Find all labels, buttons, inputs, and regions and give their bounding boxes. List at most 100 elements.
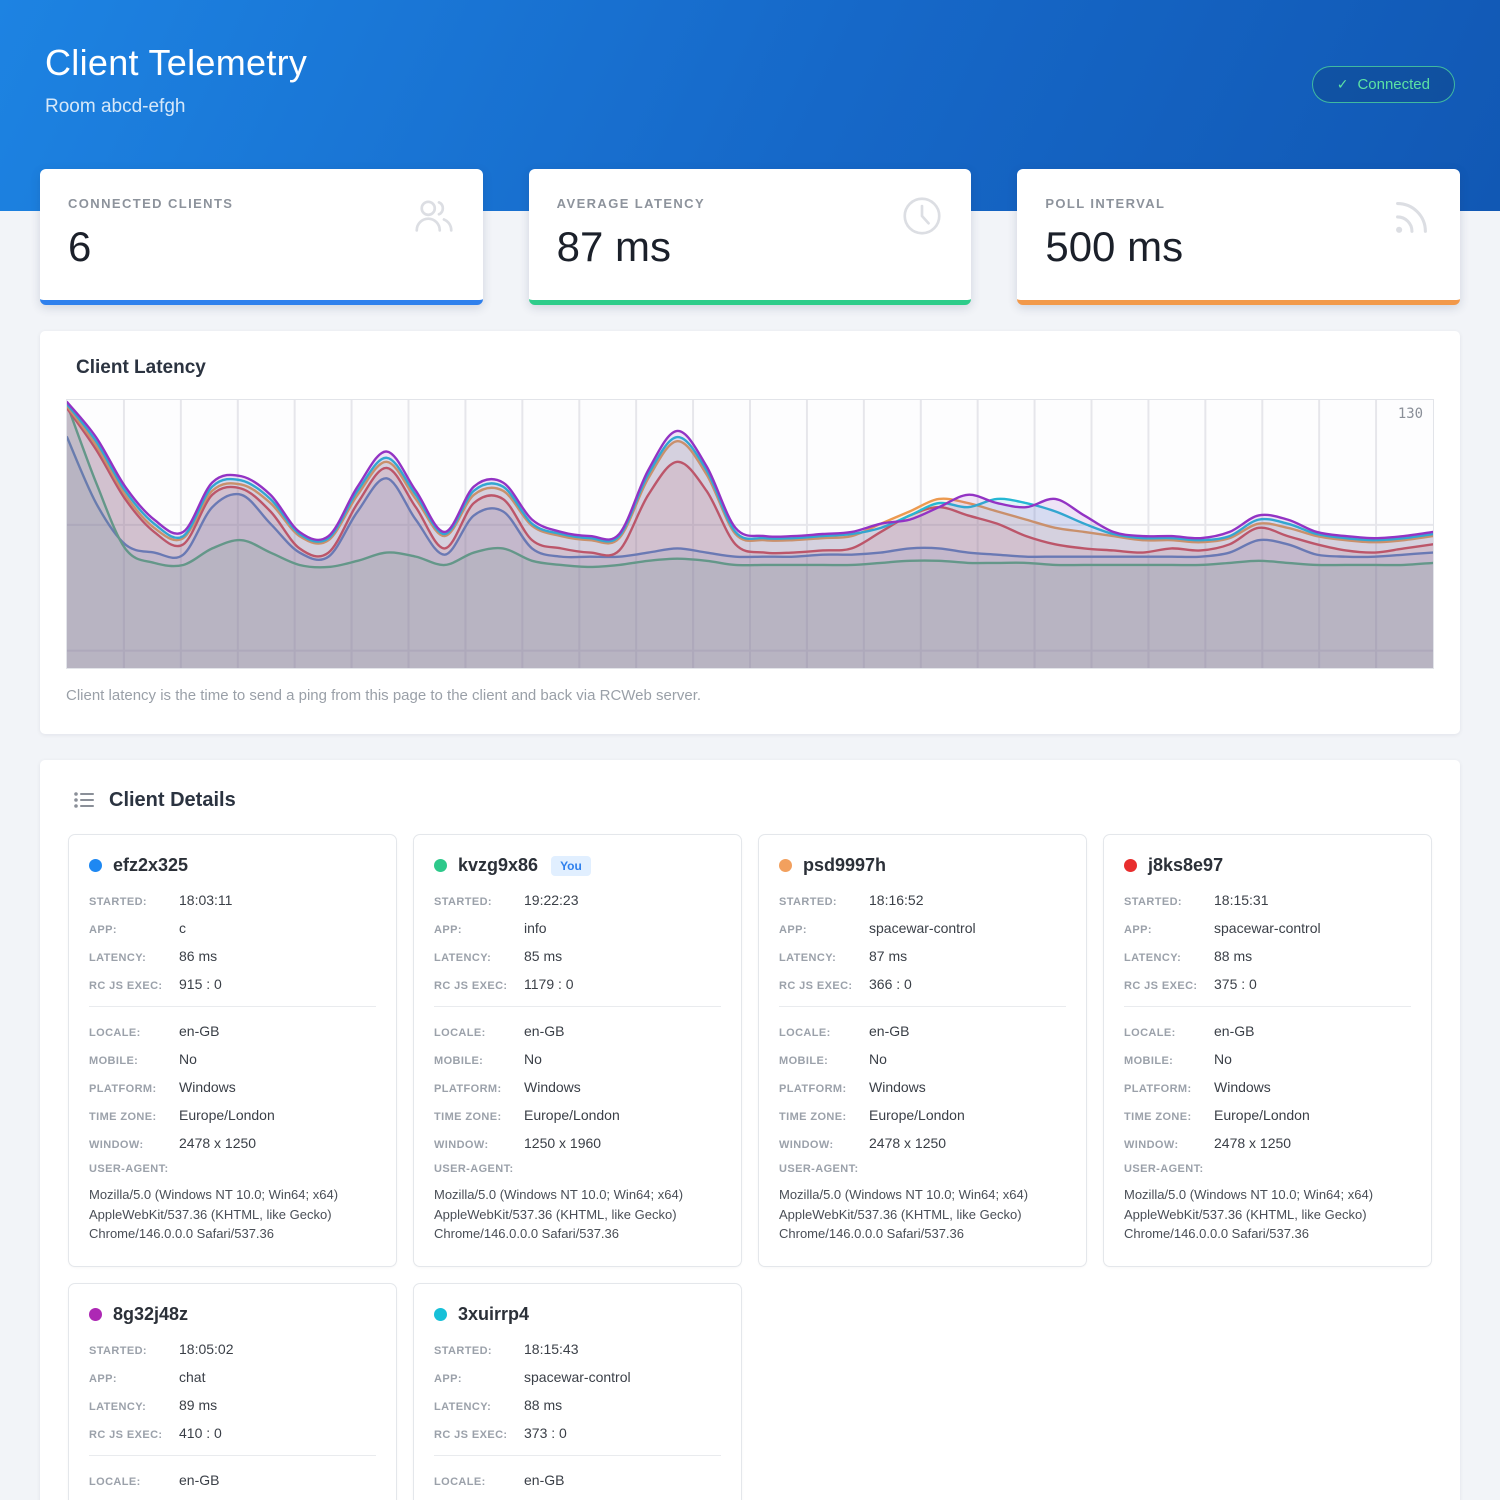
detail-label: STARTED: bbox=[779, 896, 869, 908]
user-agent-label: USER-AGENT: bbox=[89, 1163, 376, 1175]
client-card-8g32j48z: 8g32j48z STARTED:18:05:02APP:chatLATENCY… bbox=[68, 1283, 397, 1500]
detail-row-platform: PLATFORM:Windows bbox=[1124, 1079, 1411, 1095]
detail-row-window: WINDOW:1250 x 1960 bbox=[434, 1135, 721, 1151]
detail-value: 89 ms bbox=[179, 1397, 217, 1413]
detail-row-started: STARTED:18:16:52 bbox=[779, 892, 1066, 908]
stat-card: AVERAGE LATENCY 87 ms bbox=[529, 169, 972, 305]
detail-label: RC JS EXEC: bbox=[434, 980, 524, 992]
detail-value: chat bbox=[179, 1369, 205, 1385]
detail-value: Europe/London bbox=[1214, 1107, 1310, 1123]
detail-value: 366 : 0 bbox=[869, 976, 912, 992]
user-agent-value: Mozilla/5.0 (Windows NT 10.0; Win64; x64… bbox=[779, 1185, 1066, 1244]
stat-label: AVERAGE LATENCY bbox=[557, 196, 944, 211]
detail-row-locale: LOCALE:en-GB bbox=[89, 1023, 376, 1039]
detail-value: 1179 : 0 bbox=[524, 976, 574, 992]
detail-label: APP: bbox=[779, 924, 869, 936]
detail-row-latency: LATENCY:88 ms bbox=[1124, 948, 1411, 964]
detail-label: RC JS EXEC: bbox=[89, 1429, 179, 1441]
detail-value: 18:15:43 bbox=[524, 1341, 579, 1357]
user-agent-label: USER-AGENT: bbox=[434, 1163, 721, 1175]
client-detail-rows: STARTED:19:22:23 APP:info LATENCY:85 ms RC … bbox=[434, 892, 721, 1244]
detail-label: PLATFORM: bbox=[779, 1083, 869, 1095]
detail-row-latency: LATENCY:89 ms bbox=[89, 1397, 376, 1413]
detail-row-latency: LATENCY:88 ms bbox=[434, 1397, 721, 1413]
detail-value: 18:16:52 bbox=[869, 892, 924, 908]
user-agent-value: Mozilla/5.0 (Windows NT 10.0; Win64; x64… bbox=[434, 1185, 721, 1244]
latency-chart-title: Client Latency bbox=[76, 357, 1434, 379]
client-card-kvzg9x86: kvzg9x86 You STARTED:19:22:23 APP:info LAT… bbox=[413, 834, 742, 1267]
detail-row-latency: LATENCY:85 ms bbox=[434, 948, 721, 964]
clock-icon bbox=[899, 193, 945, 244]
detail-label: APP: bbox=[89, 924, 179, 936]
detail-value: 19:22:23 bbox=[524, 892, 579, 908]
latency-chart-footnote: Client latency is the time to send a pin… bbox=[66, 687, 1434, 704]
detail-label: LOCALE: bbox=[434, 1027, 524, 1039]
detail-row-started: STARTED:18:05:02 bbox=[89, 1341, 376, 1357]
detail-value: Europe/London bbox=[869, 1107, 965, 1123]
detail-value: 87 ms bbox=[869, 948, 907, 964]
stat-label: POLL INTERVAL bbox=[1045, 196, 1432, 211]
client-card-header: 8g32j48z bbox=[89, 1304, 376, 1325]
latency-chart: 130 bbox=[66, 399, 1434, 669]
detail-row-rc-js-exec: RC JS EXEC:373 : 0 bbox=[434, 1425, 721, 1441]
detail-value: 373 : 0 bbox=[524, 1425, 567, 1441]
client-cards-grid: efz2x325 STARTED:18:03:11APP:cLATENCY:86… bbox=[68, 834, 1432, 1500]
detail-label: TIME ZONE: bbox=[779, 1111, 869, 1123]
detail-row-rc-js-exec: RC JS EXEC:375 : 0 bbox=[1124, 976, 1411, 992]
check-icon: ✓ bbox=[1337, 76, 1349, 93]
user-agent-value: Mozilla/5.0 (Windows NT 10.0; Win64; x64… bbox=[89, 1185, 376, 1244]
client-card-psd9997h: psd9997h STARTED:18:16:52 APP:spacewar-co… bbox=[758, 834, 1087, 1267]
detail-row-locale: LOCALE:en-GB bbox=[779, 1023, 1066, 1039]
card-divider bbox=[89, 1455, 376, 1456]
detail-label: LATENCY: bbox=[89, 952, 179, 964]
client-card-header: kvzg9x86 You bbox=[434, 855, 721, 876]
detail-row-latency: LATENCY:86 ms bbox=[89, 948, 376, 964]
room-subtitle: Room abcd-efgh bbox=[45, 96, 1455, 118]
users-icon bbox=[411, 193, 457, 244]
detail-value: Europe/London bbox=[524, 1107, 620, 1123]
detail-value: 88 ms bbox=[1214, 948, 1252, 964]
detail-label: APP: bbox=[1124, 924, 1214, 936]
list-icon bbox=[72, 788, 96, 812]
client-detail-rows: STARTED:18:15:31APP:spacewar-controlLATE… bbox=[1124, 892, 1411, 1244]
detail-label: LATENCY: bbox=[434, 1401, 524, 1413]
detail-row-rc-js-exec: RC JS EXEC:410 : 0 bbox=[89, 1425, 376, 1441]
detail-row-window: WINDOW:2478 x 1250 bbox=[779, 1135, 1066, 1151]
stats-row: CONNECTED CLIENTS 6 AVERAGE LATENCY 87 m… bbox=[40, 169, 1460, 305]
detail-label: MOBILE: bbox=[779, 1055, 869, 1067]
detail-value: en-GB bbox=[179, 1472, 219, 1488]
user-agent-label: USER-AGENT: bbox=[779, 1163, 1066, 1175]
card-divider bbox=[779, 1006, 1066, 1007]
client-detail-rows: STARTED:18:03:11APP:cLATENCY:86 msRC JS … bbox=[89, 892, 376, 1244]
detail-value: 85 ms bbox=[524, 948, 562, 964]
stat-value: 500 ms bbox=[1045, 223, 1432, 271]
detail-row-started: STARTED:19:22:23 bbox=[434, 892, 721, 908]
detail-label: WINDOW: bbox=[89, 1139, 179, 1151]
detail-label: RC JS EXEC: bbox=[779, 980, 869, 992]
client-color-dot bbox=[434, 1308, 447, 1321]
detail-row-app: APP:info bbox=[434, 920, 721, 936]
detail-label: LOCALE: bbox=[89, 1027, 179, 1039]
client-color-dot bbox=[434, 859, 447, 872]
detail-value: spacewar-control bbox=[869, 920, 976, 936]
card-divider bbox=[1124, 1006, 1411, 1007]
client-name: psd9997h bbox=[803, 855, 886, 876]
detail-label: PLATFORM: bbox=[434, 1083, 524, 1095]
page-title: Client Telemetry bbox=[45, 42, 1455, 84]
detail-value: 2478 x 1250 bbox=[869, 1135, 946, 1151]
detail-label: TIME ZONE: bbox=[434, 1111, 524, 1123]
detail-row-time-zone: TIME ZONE:Europe/London bbox=[89, 1107, 376, 1123]
client-card-efz2x325: efz2x325 STARTED:18:03:11APP:cLATENCY:86… bbox=[68, 834, 397, 1267]
detail-value: 410 : 0 bbox=[179, 1425, 222, 1441]
card-divider bbox=[434, 1006, 721, 1007]
detail-value: No bbox=[524, 1051, 542, 1067]
detail-value: Europe/London bbox=[179, 1107, 275, 1123]
detail-row-app: APP:spacewar-control bbox=[1124, 920, 1411, 936]
detail-value: spacewar-control bbox=[1214, 920, 1321, 936]
detail-value: Windows bbox=[869, 1079, 926, 1095]
detail-row-app: APP:spacewar-control bbox=[779, 920, 1066, 936]
detail-label: LATENCY: bbox=[434, 952, 524, 964]
detail-label: PLATFORM: bbox=[89, 1083, 179, 1095]
detail-row-platform: PLATFORM:Windows bbox=[434, 1079, 721, 1095]
detail-value: No bbox=[869, 1051, 887, 1067]
